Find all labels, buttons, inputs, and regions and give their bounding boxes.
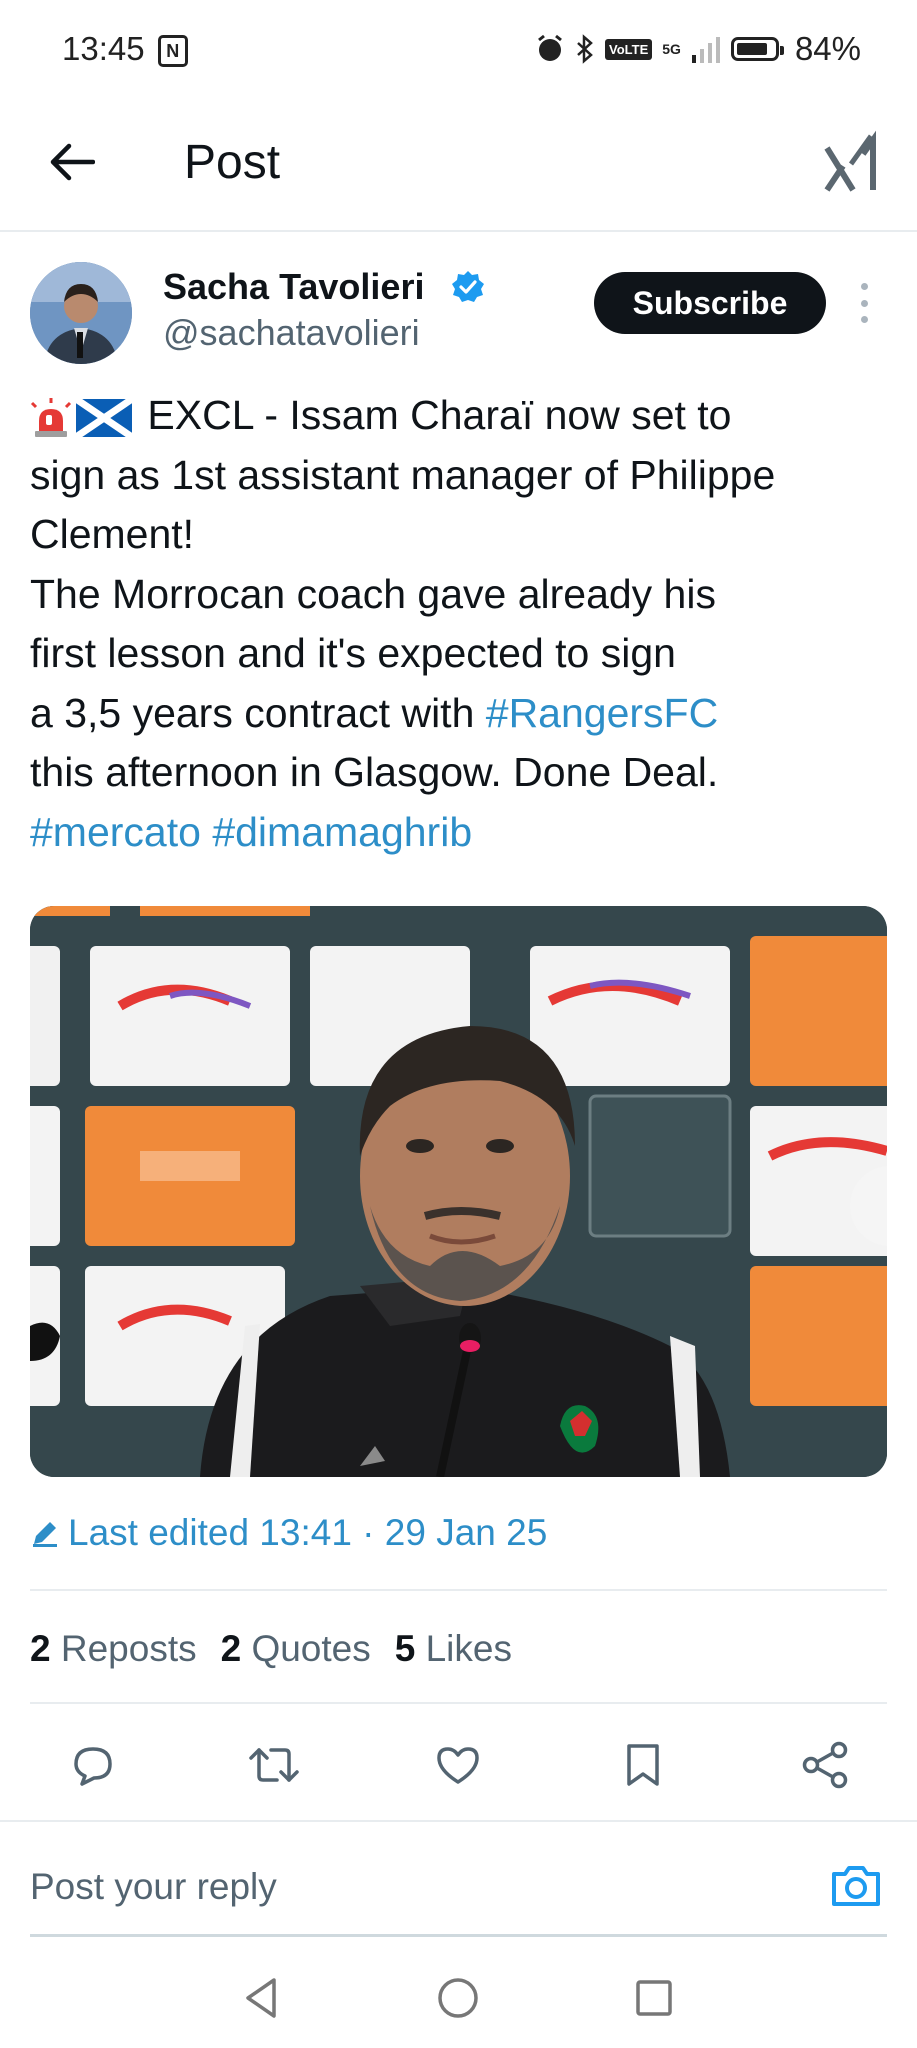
bluetooth-icon: [577, 34, 593, 64]
repost-button[interactable]: [241, 1732, 307, 1798]
arrow-left-icon: [50, 143, 95, 181]
post-line-4: The Morrocan coach gave already his: [30, 570, 716, 617]
reply-button[interactable]: [60, 1732, 126, 1798]
share-icon: [802, 1741, 848, 1789]
post-line-7: this afternoon in Glasgow. Done Deal.: [30, 749, 719, 795]
author-name[interactable]: Sacha Tavolieri: [163, 266, 424, 308]
avatar[interactable]: [30, 262, 132, 364]
subscribe-button[interactable]: Subscribe: [594, 272, 826, 334]
back-button[interactable]: [40, 130, 104, 194]
post-line-1: EXCL - Issam Charaï now set to: [30, 386, 900, 446]
bookmark-icon: [627, 1744, 659, 1786]
share-button[interactable]: [792, 1732, 858, 1798]
network-5g-label: 5G: [662, 41, 681, 57]
repost-icon: [249, 1748, 299, 1782]
divider: [30, 1702, 887, 1704]
status-icons: VoLTE 5G 84%: [535, 30, 861, 68]
nav-home-icon[interactable]: [434, 1974, 482, 2022]
post-line-5: first lesson and it's expected to sign: [30, 630, 676, 676]
post-stats: 2 Reposts 2 Quotes 5 Likes: [30, 1628, 512, 1670]
post-line-6: a 3,5 years contract with #RangersFC: [30, 689, 719, 736]
divider: [0, 1820, 917, 1822]
bookmark-button[interactable]: [610, 1732, 676, 1798]
battery-percent: 84%: [794, 30, 861, 67]
last-edited-link[interactable]: Last edited 13:41 · 29 Jan 25: [30, 1512, 547, 1554]
heart-icon: [437, 1747, 479, 1784]
volte-badge: VoLTE: [605, 38, 653, 60]
action-bar: [30, 1732, 887, 1798]
scotland-flag-emoji: [76, 399, 132, 438]
more-options-icon[interactable]: [852, 283, 876, 323]
alarm-icon: [538, 34, 562, 61]
divider: [30, 1589, 887, 1591]
hashtag-dimamaghrib[interactable]: #dimamaghrib: [212, 809, 472, 855]
post-line-2: sign as 1st assistant manager of Philipp…: [30, 451, 776, 498]
likes-stat[interactable]: 5 Likes: [395, 1628, 512, 1670]
post-image[interactable]: [30, 906, 887, 1477]
reply-input[interactable]: Post your reply: [30, 1866, 277, 1908]
post-line-3: Clement!: [30, 511, 195, 557]
hashtag-mercato[interactable]: #mercato: [30, 809, 201, 855]
reposts-stat[interactable]: 2 Reposts: [30, 1628, 197, 1670]
status-time: 13:45 N: [62, 30, 188, 68]
camera-icon[interactable]: [828, 1858, 884, 1914]
page-title: Post: [184, 136, 281, 189]
hashtag-rangersfc[interactable]: #RangersFC: [486, 690, 718, 736]
author-handle[interactable]: @sachatavolieri: [163, 312, 420, 354]
edit-pencil-icon: [33, 1522, 57, 1547]
x-logo-icon[interactable]: [823, 130, 881, 194]
reply-underline: [30, 1934, 887, 1937]
signal-icon: [691, 37, 720, 63]
quotes-stat[interactable]: 2 Quotes: [221, 1628, 371, 1670]
nav-recents-icon[interactable]: [630, 1974, 678, 2022]
post-line-8: #mercato #dimamaghrib: [30, 803, 900, 863]
battery-icon: [730, 37, 784, 61]
nav-back-icon[interactable]: [238, 1974, 286, 2022]
post-text: EXCL - Issam Charaï now set to sign as 1…: [30, 386, 900, 862]
police-light-emoji: [30, 398, 72, 438]
header-divider: [0, 230, 917, 232]
verified-badge-icon: [452, 271, 484, 302]
like-button[interactable]: [425, 1732, 491, 1798]
comment-icon: [74, 1747, 112, 1786]
notification-n-icon: N: [157, 35, 188, 68]
